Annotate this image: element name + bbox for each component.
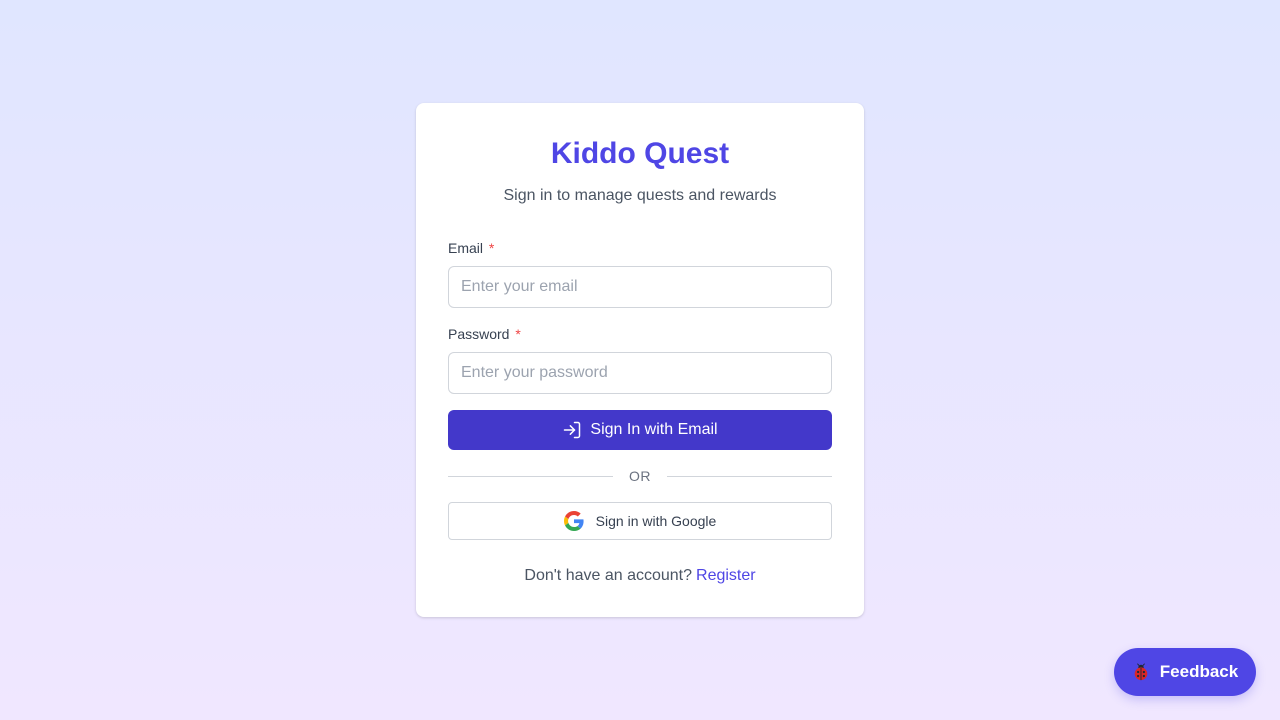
app-title: Kiddo Quest — [550, 137, 730, 170]
password-input[interactable] — [448, 352, 832, 394]
email-required-mark: * — [488, 240, 495, 256]
login-card: Kiddo Quest Sign in to manage quests and… — [416, 103, 864, 617]
or-divider: OR — [448, 468, 832, 484]
email-input[interactable] — [448, 266, 832, 308]
password-required-mark: * — [515, 326, 521, 342]
app-subtitle: Sign in to manage quests and rewards — [503, 187, 777, 204]
ladybug-icon — [1132, 663, 1150, 681]
sign-in-email-label: Sign In with Email — [590, 421, 718, 438]
feedback-button[interactable]: Feedback — [1114, 648, 1256, 696]
register-prompt-text: Don't have an account? — [524, 567, 693, 584]
sign-in-google-label: Sign in with Google — [595, 513, 717, 529]
divider-line-left — [448, 475, 613, 477]
email-label-text: Email — [448, 240, 484, 256]
email-label: Email * — [448, 239, 832, 257]
password-label-text: Password — [448, 326, 510, 342]
register-link[interactable]: Register — [696, 567, 756, 584]
sign-in-google-button[interactable]: Sign in with Google — [448, 502, 832, 540]
divider-label: OR — [629, 468, 651, 484]
sign-in-email-button[interactable]: Sign In with Email — [448, 410, 832, 450]
password-label: Password * — [448, 325, 832, 343]
register-prompt: Don't have an account? Register — [448, 566, 832, 586]
google-icon — [563, 511, 584, 531]
feedback-label: Feedback — [1159, 662, 1239, 681]
divider-line-right — [667, 475, 832, 477]
sign-in-icon — [562, 420, 582, 440]
